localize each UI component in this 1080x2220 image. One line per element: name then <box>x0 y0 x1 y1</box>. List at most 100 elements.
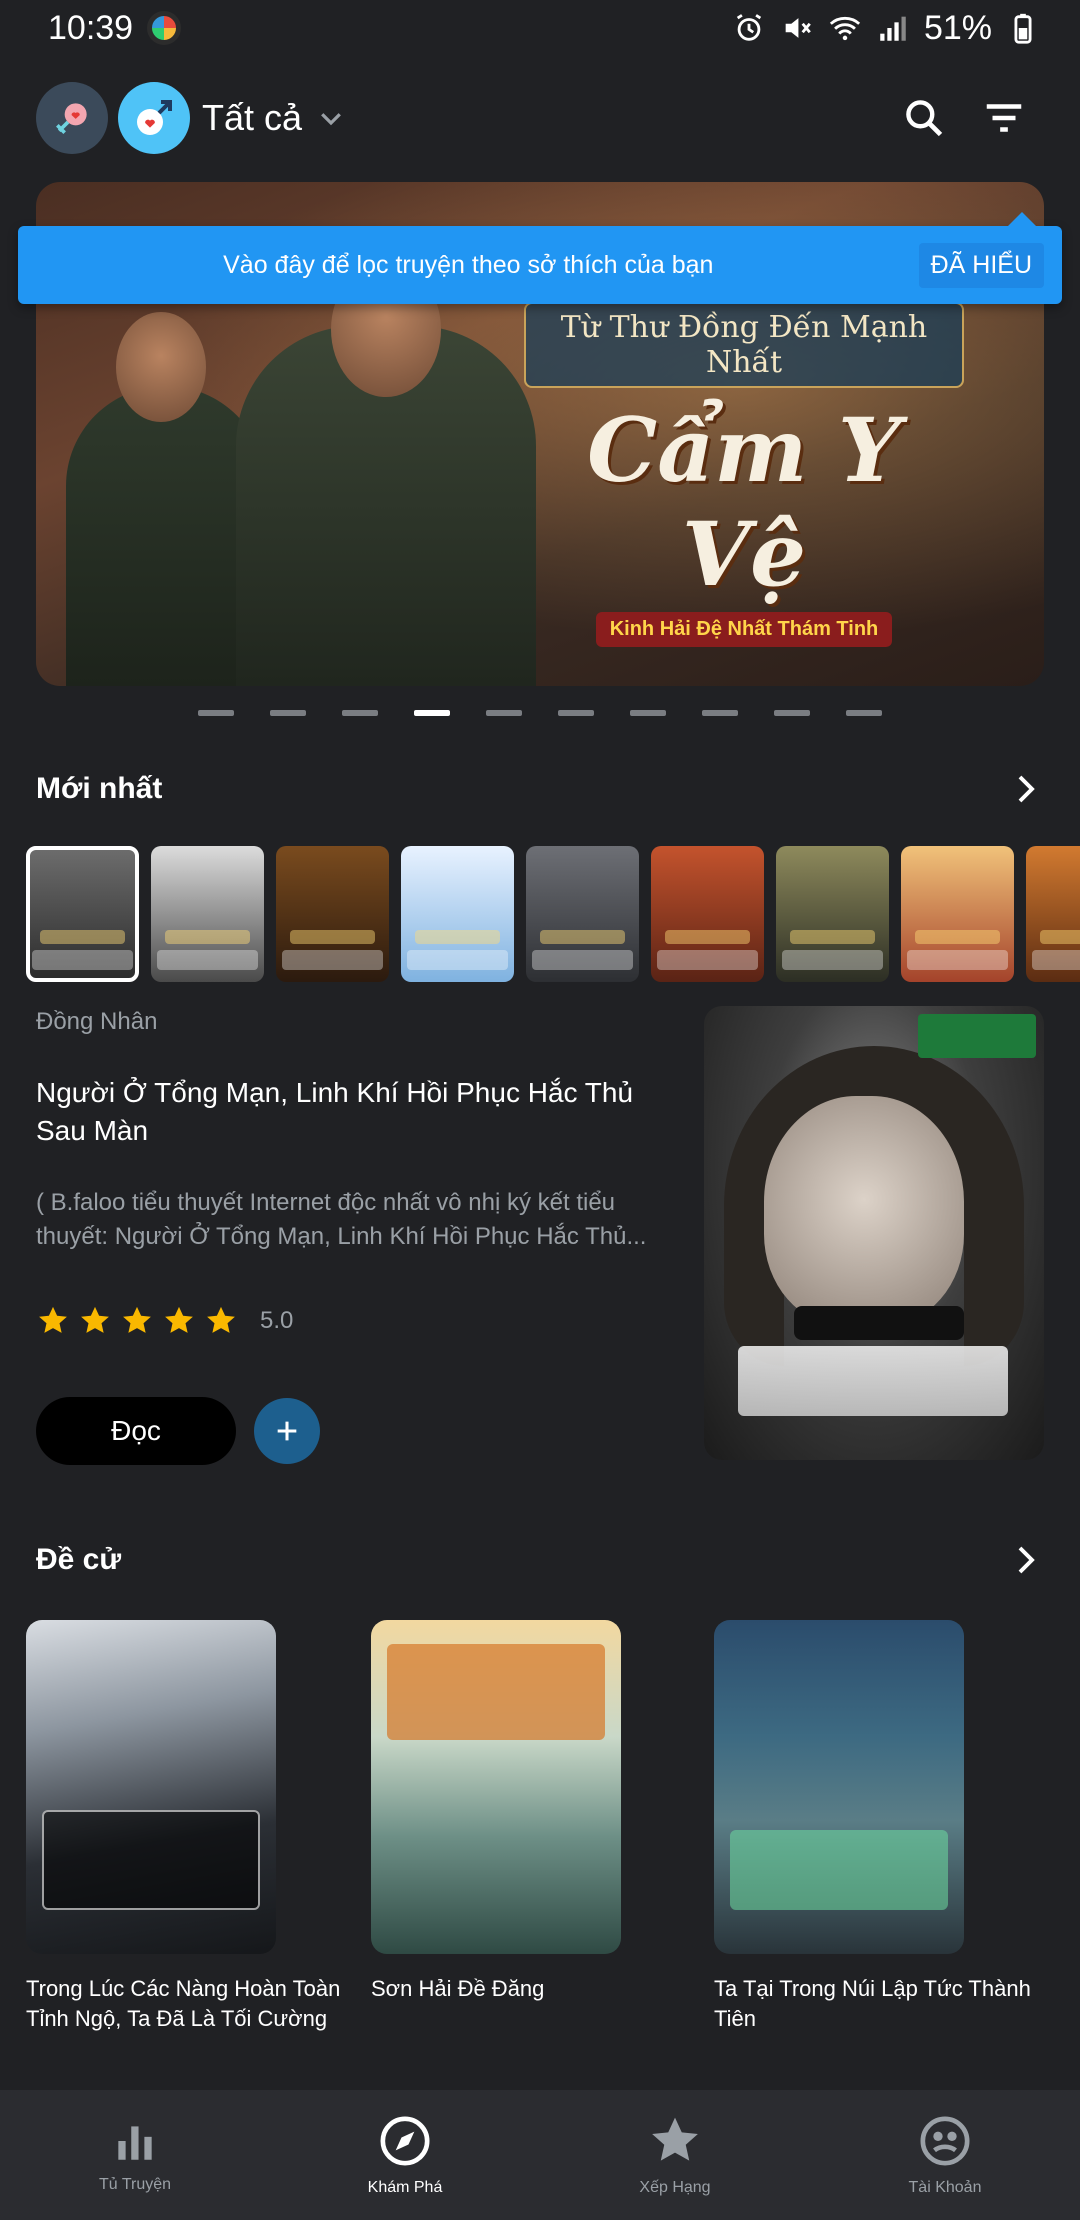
newest-thumbnail[interactable] <box>401 846 514 982</box>
gender-male-heart-icon[interactable] <box>118 82 190 154</box>
nav-label: Xếp Hạng <box>639 2179 711 2196</box>
thumbnail-subtitle-art <box>290 930 375 944</box>
chevron-right-icon[interactable] <box>1008 771 1044 807</box>
newest-thumbnail[interactable] <box>26 846 139 982</box>
featured-title[interactable]: Người Ở Tổng Mạn, Linh Khí Hồi Phục Hắc … <box>36 1074 676 1150</box>
thumbnail-subtitle-art <box>790 930 875 944</box>
thumbnail-subtitle-art <box>165 930 250 944</box>
thumbnail-subtitle-art <box>40 930 125 944</box>
app-notification-icon <box>147 11 182 45</box>
cover-title-art <box>730 1830 948 1910</box>
gender-female-heart-icon[interactable] <box>36 82 108 154</box>
newest-thumbnail[interactable] <box>776 846 889 982</box>
pager-dot[interactable] <box>702 710 738 716</box>
pager-dot[interactable] <box>846 710 882 716</box>
thumbnail-subtitle-art <box>1040 930 1080 944</box>
filter-dropdown-label[interactable]: Tất cả <box>202 97 302 139</box>
thumbnail-title-art <box>157 950 258 970</box>
pager-dot[interactable] <box>414 710 450 716</box>
thumbnail-title-art <box>282 950 383 970</box>
tooltip-message: Vào đây để lọc truyện theo sở thích của … <box>223 250 714 279</box>
banner-tagline: Kinh Hải Đệ Nhất Thám Tinh <box>595 612 893 647</box>
recommend-section-header[interactable]: Đề cử <box>36 1530 1044 1590</box>
chevron-down-icon[interactable] <box>316 103 346 133</box>
chevron-right-icon[interactable] <box>1008 1542 1044 1578</box>
newest-section-header[interactable]: Mới nhất <box>36 759 1044 819</box>
banner-pager <box>0 710 1080 720</box>
wifi-icon <box>829 16 861 41</box>
banner-title: Cẩm Y Vệ <box>587 398 901 606</box>
thumbnail-subtitle-art <box>665 930 750 944</box>
battery-level: 51% <box>923 8 992 47</box>
cover-title-art <box>387 1644 605 1740</box>
star-icon <box>207 1306 235 1333</box>
section-title-recommend: Đề cử <box>36 1543 122 1576</box>
search-button[interactable] <box>884 78 964 158</box>
top-bar: Tất cả <box>0 78 1080 158</box>
newest-thumbnail[interactable] <box>151 846 264 982</box>
nav-label: Khám Phá <box>367 2179 443 2196</box>
recommend-card[interactable]: Trong Lúc Các Nàng Hoàn Toàn Tỉnh Ngộ, T… <box>26 1620 340 2034</box>
status-time: 10:39 <box>48 8 134 47</box>
thumbnail-title-art <box>32 950 133 970</box>
thumbnail-title-art <box>782 950 883 970</box>
banner-head-left <box>116 312 206 422</box>
cover-title-art <box>42 1810 260 1910</box>
newest-thumbnail[interactable] <box>901 846 1014 982</box>
pager-dot[interactable] <box>270 710 306 716</box>
star-icon <box>165 1306 193 1333</box>
recommend-title: Ta Tại Trong Núi Lập Tức Thành Tiên <box>714 1976 1031 2031</box>
filter-icon <box>986 104 1022 132</box>
thumbnail-subtitle-art <box>415 930 500 944</box>
featured-category: Đồng Nhân <box>36 1008 158 1035</box>
banner-subtitle: Từ Thư Đồng Đến Mạnh Nhất <box>524 302 964 388</box>
section-title-newest: Mới nhất <box>36 772 163 805</box>
alarm-icon <box>736 14 762 41</box>
tooltip-dismiss-button[interactable]: ĐÃ HIỂU <box>918 242 1044 288</box>
pager-dot[interactable] <box>198 710 234 716</box>
account-icon <box>920 2116 970 2166</box>
pager-dot[interactable] <box>342 710 378 716</box>
nav-explore[interactable]: Khám Phá <box>270 2090 540 2220</box>
newest-thumbnail[interactable] <box>526 846 639 982</box>
newest-thumbnail[interactable] <box>276 846 389 982</box>
pager-dot[interactable] <box>486 710 522 716</box>
featured-cover[interactable] <box>704 1006 1044 1460</box>
newest-thumbnail[interactable] <box>651 846 764 982</box>
thumbnail-title-art <box>657 950 758 970</box>
signal-icon <box>880 16 906 41</box>
add-to-library-button[interactable] <box>254 1398 320 1464</box>
thumbnail-title-art <box>1032 950 1080 970</box>
star-icon <box>39 1306 67 1333</box>
nav-label: Tủ Truyện <box>98 2176 172 2193</box>
recommend-cover[interactable] <box>714 1620 964 1954</box>
pager-dot[interactable] <box>630 710 666 716</box>
thumbnail-title-art <box>532 950 633 970</box>
star-icon <box>123 1306 151 1333</box>
cover-title-band <box>794 1306 964 1340</box>
nav-ranking[interactable]: Xếp Hạng <box>540 2090 810 2220</box>
nav-library[interactable]: Tủ Truyện <box>0 2090 270 2220</box>
featured-description: ( B.faloo tiểu thuyết Internet độc nhất … <box>36 1189 647 1250</box>
filter-button[interactable] <box>964 78 1044 158</box>
compass-icon <box>380 2116 430 2166</box>
recommend-card[interactable]: Ta Tại Trong Núi Lập Tức Thành Tiên <box>714 1620 1031 2034</box>
pager-dot[interactable] <box>774 710 810 716</box>
banner-title-block: Từ Thư Đồng Đến Mạnh Nhất Cẩm Y Vệ Kinh … <box>524 302 964 647</box>
nav-label: Tài Khoản <box>908 2179 982 2196</box>
publisher-logo <box>918 1014 1036 1058</box>
nav-account[interactable]: Tài Khoản <box>810 2090 1080 2220</box>
read-button[interactable]: Đọc <box>36 1397 236 1465</box>
cover-title-art <box>738 1346 1008 1416</box>
recommend-cover[interactable] <box>26 1620 276 1954</box>
thumbnail-subtitle-art <box>915 930 1000 944</box>
pager-dot[interactable] <box>558 710 594 716</box>
recommend-cover[interactable] <box>371 1620 621 1954</box>
mute-icon <box>785 18 811 38</box>
battery-icon <box>1014 13 1032 44</box>
bar-chart-icon <box>118 2126 152 2160</box>
newest-thumbnail[interactable] <box>1026 846 1080 982</box>
bottom-navigation: Tủ Truyện Khám Phá Xếp Hạng Tài Khoản <box>0 2090 1080 2220</box>
featured-rating: 5.0 <box>36 1300 293 1342</box>
recommend-card[interactable]: Sơn Hải Đề Đăng <box>371 1620 621 2004</box>
